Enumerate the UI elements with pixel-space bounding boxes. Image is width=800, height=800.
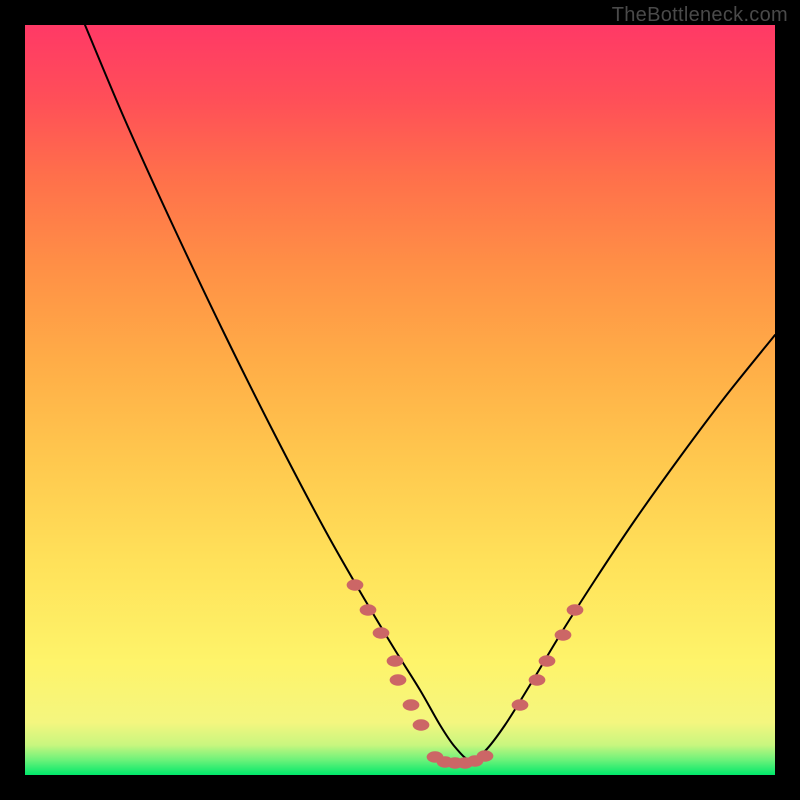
outer-frame: TheBottleneck.com xyxy=(0,0,800,800)
data-dot xyxy=(567,604,584,615)
data-dot xyxy=(373,627,390,638)
data-dot xyxy=(477,750,494,761)
chart-svg xyxy=(25,25,775,775)
data-dot xyxy=(529,674,546,685)
data-dot xyxy=(403,699,420,710)
data-dot xyxy=(539,655,556,666)
data-dot xyxy=(555,629,572,640)
data-dot xyxy=(390,674,407,685)
data-dot xyxy=(360,604,377,615)
data-dot xyxy=(512,699,529,710)
watermark-text: TheBottleneck.com xyxy=(612,4,788,27)
bottleneck-curve xyxy=(85,25,775,760)
data-dot xyxy=(413,719,430,730)
data-dot xyxy=(347,579,364,590)
chart-plot-area xyxy=(25,25,775,775)
data-dots-group xyxy=(347,579,584,768)
data-dot xyxy=(387,655,404,666)
